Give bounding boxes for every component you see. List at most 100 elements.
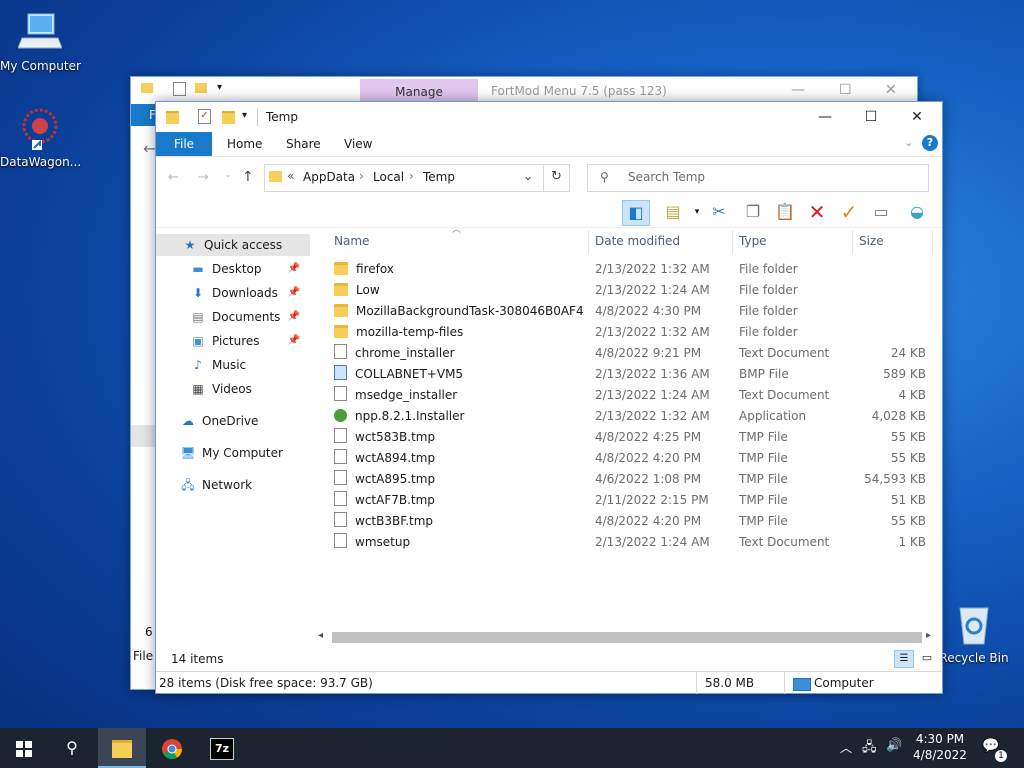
file-row[interactable]: npp.8.2.1.Installer 2/13/2022 1:32 AM Appl… <box>330 406 928 427</box>
nav-pictures[interactable]: ▣ Pictures 📌 <box>190 330 310 352</box>
desktop-icon-recycle-bin[interactable]: Recycle Bin <box>934 602 1014 665</box>
desktop-icon-datawagon[interactable]: DataWagon... <box>0 106 81 169</box>
customize-dropdown-icon[interactable]: ▾ <box>217 82 222 93</box>
file-row[interactable]: msedge_installer 2/13/2022 1:24 AM Text Do… <box>330 385 928 406</box>
breadcrumb-overflow[interactable]: « <box>287 169 294 183</box>
nav-my-computer[interactable]: 🖥 My Computer <box>180 442 310 464</box>
background-titlebar[interactable]: ▾ Manage FortMod Menu 7.5 (pass 123) — ☐… <box>131 77 917 103</box>
search-input[interactable]: ⚲ Search Temp <box>587 164 929 192</box>
show-hidden-icons-icon[interactable]: ︿ <box>840 739 852 756</box>
paste-icon[interactable]: 📋 <box>772 200 798 224</box>
large-icons-view-icon[interactable]: ▭ <box>918 650 936 666</box>
pin-icon[interactable]: 📌 <box>288 258 300 280</box>
nav-music[interactable]: ♪ Music <box>190 354 310 376</box>
column-date-modified[interactable]: Date modified <box>595 230 680 252</box>
nav-documents[interactable]: ▤ Documents 📌 <box>190 306 310 328</box>
breadcrumb-appdata[interactable]: AppData <box>303 170 355 184</box>
column-separator[interactable] <box>732 230 733 254</box>
tab-share[interactable]: Share <box>286 132 321 156</box>
file-row[interactable]: wct583B.tmp 4/8/2022 4:25 PM TMP File 55 KB <box>330 427 928 448</box>
nav-videos[interactable]: ▦ Videos <box>190 378 310 400</box>
recent-locations-icon[interactable]: ⌄ <box>224 170 232 180</box>
pin-icon[interactable]: 📌 <box>288 306 300 328</box>
column-name[interactable]: Name <box>334 230 369 252</box>
desktop-icon-my-computer[interactable]: My Computer <box>0 10 81 73</box>
nav-network[interactable]: 🖧 Network <box>180 474 310 496</box>
help-icon[interactable]: ? <box>922 135 938 151</box>
address-bar[interactable]: « AppData › Local › Temp ⌄ ↻ <box>264 164 570 192</box>
taskbar-chrome[interactable] <box>148 728 196 768</box>
close-icon[interactable]: ✕ <box>885 82 897 98</box>
breadcrumb-local[interactable]: Local <box>373 170 404 184</box>
nav-downloads[interactable]: ⬇ Downloads 📌 <box>190 282 310 304</box>
pin-icon[interactable]: 📌 <box>288 330 300 352</box>
file-row[interactable]: chrome_installer 4/8/2022 9:21 PM Text Doc… <box>330 343 928 364</box>
preview-pane-button[interactable]: ◧ <box>622 200 650 226</box>
cut-icon[interactable]: ✂ <box>706 200 732 224</box>
file-row[interactable]: wctA895.tmp 4/6/2022 1:08 PM TMP File 54,59… <box>330 469 928 490</box>
refresh-icon[interactable]: ↻ <box>551 169 562 184</box>
volume-icon[interactable]: 🔊 <box>886 738 902 753</box>
column-separator[interactable] <box>852 230 853 254</box>
column-size[interactable]: Size <box>859 230 884 252</box>
scroll-left-icon[interactable]: ◂ <box>318 630 323 641</box>
file-row[interactable]: mozilla-temp-files 2/13/2022 1:32 AM File … <box>330 322 928 343</box>
file-row[interactable]: firefox 2/13/2022 1:32 AM File folder <box>330 259 928 280</box>
scrollbar-thumb[interactable] <box>332 632 922 643</box>
tab-view[interactable]: View <box>344 132 372 156</box>
maximize-button[interactable]: ☐ <box>848 102 894 132</box>
minimize-icon[interactable]: — <box>791 82 805 98</box>
horizontal-scrollbar[interactable]: ◂ ▸ <box>316 629 938 646</box>
ribbon-tabs: File Home Share View ⌄ ? <box>156 132 942 157</box>
address-dropdown-icon[interactable]: ⌄ <box>523 169 533 183</box>
column-separator[interactable] <box>588 230 589 254</box>
nav-onedrive[interactable]: ☁ OneDrive <box>180 410 310 432</box>
cloud-icon: ☁ <box>182 414 194 428</box>
network-status-icon[interactable]: 🖧 <box>862 738 877 760</box>
properties-icon[interactable]: ▭ <box>868 200 894 224</box>
delete-icon[interactable]: ✕ <box>804 200 830 224</box>
folder-icon <box>334 325 348 338</box>
clock-time[interactable]: 4:30 PM <box>910 732 970 746</box>
file-row[interactable]: MozillaBackgroundTask-308046B0AF4A3... 4/… <box>330 301 928 322</box>
chrome-icon <box>162 738 183 759</box>
customize-dropdown-icon[interactable]: ▾ <box>242 110 247 121</box>
taskbar-file-explorer[interactable] <box>98 728 146 768</box>
pin-icon[interactable]: 📌 <box>288 282 300 304</box>
start-button[interactable] <box>0 728 48 768</box>
file-row[interactable]: Low 2/13/2022 1:24 AM File folder <box>330 280 928 301</box>
maximize-icon[interactable]: ☐ <box>839 82 852 98</box>
file-row[interactable]: wmsetup 2/13/2022 1:24 AM Text Document 1 K… <box>330 532 928 553</box>
close-button[interactable]: ✕ <box>894 102 940 132</box>
minimize-button[interactable]: — <box>802 102 848 132</box>
titlebar[interactable]: ✓ ▾ Temp — ☐ ✕ <box>156 102 942 132</box>
manage-tab[interactable]: Manage <box>360 79 478 103</box>
column-type[interactable]: Type <box>739 230 767 252</box>
details-view-icon[interactable]: ☰ <box>894 650 914 668</box>
file-row[interactable]: wctB3BF.tmp 4/8/2022 4:20 PM TMP File 55 KB <box>330 511 928 532</box>
properties-icon[interactable]: ✓ <box>198 109 211 124</box>
back-arrow-icon[interactable]: ← <box>168 170 179 185</box>
rename-check-icon[interactable]: ✓ <box>836 200 862 224</box>
up-arrow-icon[interactable]: ↑ <box>242 169 254 185</box>
file-row[interactable]: wctA894.tmp 4/8/2022 4:20 PM TMP File 55 KB <box>330 448 928 469</box>
taskbar-7zip[interactable]: 7z <box>198 728 246 768</box>
nav-desktop[interactable]: ▬ Desktop 📌 <box>190 258 310 280</box>
tab-home[interactable]: Home <box>227 132 262 156</box>
breadcrumb-temp[interactable]: Temp <box>423 170 455 184</box>
file-row[interactable]: COLLABNET+VM5 2/13/2022 1:36 AM BMP File 58… <box>330 364 928 385</box>
new-folder-button[interactable]: ▤ <box>660 200 686 224</box>
forward-arrow-icon[interactable]: → <box>198 170 209 185</box>
copy-icon[interactable]: ❐ <box>740 200 766 224</box>
search-button[interactable]: ⚲ <box>48 728 96 768</box>
tab-file[interactable]: File <box>156 132 212 156</box>
scroll-right-icon[interactable]: ▸ <box>926 630 931 641</box>
explorer-window[interactable]: ✓ ▾ Temp — ☐ ✕ File Home Share View ⌄ ? … <box>155 101 943 694</box>
expand-ribbon-icon[interactable]: ⌄ <box>904 136 913 149</box>
shell-icon[interactable]: ◒ <box>904 200 930 224</box>
column-separator[interactable] <box>932 230 933 254</box>
clock-date[interactable]: 4/8/2022 <box>910 748 970 762</box>
nav-quick-access[interactable]: ★ Quick access <box>156 234 310 256</box>
file-row[interactable]: wctAF7B.tmp 2/11/2022 2:15 PM TMP File 51 K… <box>330 490 928 511</box>
new-folder-icon[interactable] <box>222 111 235 124</box>
